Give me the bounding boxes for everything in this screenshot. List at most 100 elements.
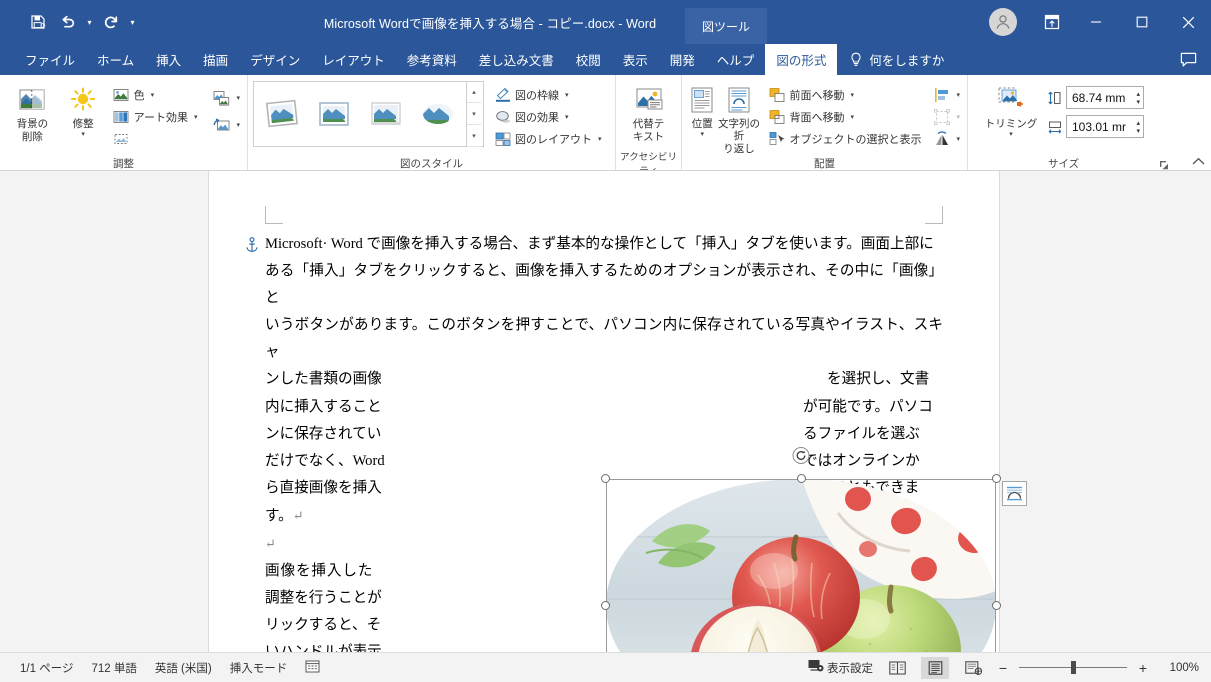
- tab-references[interactable]: 参考資料: [396, 44, 468, 75]
- close-button[interactable]: [1165, 0, 1211, 44]
- document-page[interactable]: Microsoft· Word で画像を挿入する場合、まず基本的な操作として「挿…: [209, 171, 1027, 652]
- resize-handle-top-right[interactable]: [992, 474, 1001, 483]
- rotation-handle[interactable]: [792, 447, 810, 464]
- undo-icon[interactable]: [54, 8, 82, 36]
- zoom-level-label[interactable]: 100%: [1159, 662, 1199, 674]
- picture-style-metal-frame[interactable]: [360, 84, 412, 144]
- position-button[interactable]: 位置 ▾: [687, 80, 718, 139]
- picture-effects-button[interactable]: 図の効果 ▾: [492, 106, 604, 128]
- tab-layout[interactable]: レイアウト: [311, 44, 396, 75]
- shape-height-stepper[interactable]: ▴ ▾: [1136, 88, 1140, 108]
- tab-mailings[interactable]: 差し込み文書: [468, 44, 565, 75]
- picture-style-soft-edge-oval[interactable]: [412, 84, 464, 144]
- send-backward-button[interactable]: 背面へ移動 ▾: [766, 106, 923, 128]
- compress-pictures-caret-icon[interactable]: ▾: [236, 94, 240, 102]
- comments-icon[interactable]: [1180, 44, 1197, 75]
- change-picture-caret-icon[interactable]: ▾: [236, 121, 240, 129]
- resize-handle-middle-left[interactable]: [601, 601, 610, 610]
- rotate-objects-caret-icon[interactable]: ▾: [956, 135, 960, 143]
- tab-draw[interactable]: 描画: [192, 44, 239, 75]
- zoom-in-button[interactable]: +: [1137, 660, 1149, 676]
- shape-width-stepper[interactable]: ▴ ▾: [1136, 117, 1140, 137]
- corrections-button[interactable]: 修整 ▾: [60, 80, 107, 139]
- status-left-group: 1/1 ページ 712 単語 英語 (米国) 挿入モード: [20, 659, 320, 677]
- tab-picture-format[interactable]: 図の形式: [765, 44, 838, 75]
- tab-home[interactable]: ホーム: [86, 44, 145, 75]
- shape-width-input[interactable]: 103.01 mr ▴ ▾: [1066, 115, 1144, 138]
- tab-view[interactable]: 表示: [612, 44, 659, 75]
- tab-review[interactable]: 校閲: [565, 44, 612, 75]
- remove-background-button[interactable]: 背景の 削除: [5, 80, 60, 143]
- web-layout-view-button[interactable]: [959, 657, 987, 679]
- display-settings-button[interactable]: 表示設定: [808, 659, 873, 676]
- bring-forward-button[interactable]: 前面へ移動 ▾: [766, 84, 923, 106]
- gallery-scroll-controls[interactable]: ▴ ▾ ▾: [466, 81, 481, 147]
- picture-border-caret-icon[interactable]: ▾: [565, 91, 569, 99]
- page-count-status[interactable]: 1/1 ページ: [20, 660, 73, 676]
- picture-styles-gallery[interactable]: ▴ ▾ ▾: [253, 81, 484, 147]
- redo-icon[interactable]: [97, 8, 125, 36]
- zoom-out-button[interactable]: −: [997, 660, 1009, 676]
- resize-handle-top-left[interactable]: [601, 474, 610, 483]
- artistic-effects-button[interactable]: アート効果 ▾: [111, 106, 200, 128]
- wrap-text-button[interactable]: 文字列の折 り返し ▾: [718, 80, 761, 155]
- send-backward-caret-icon[interactable]: ▾: [850, 113, 854, 121]
- picture-color-caret-icon[interactable]: ▾: [151, 91, 155, 99]
- picture-style-beveled-matte[interactable]: [308, 84, 360, 144]
- document-canvas[interactable]: Microsoft· Word で画像を挿入する場合、まず基本的な操作として「挿…: [0, 171, 1211, 652]
- layout-options-button[interactable]: [1002, 481, 1027, 506]
- picture-style-simple-frame[interactable]: [256, 84, 308, 144]
- align-objects-button[interactable]: ▾: [931, 84, 962, 106]
- zoom-slider-knob[interactable]: [1071, 661, 1076, 674]
- gallery-scroll-up-icon[interactable]: ▴: [467, 81, 481, 103]
- undo-dropdown-caret-icon[interactable]: ▾: [84, 8, 95, 36]
- tab-developer[interactable]: 開発: [659, 44, 706, 75]
- alt-text-button[interactable]: 代替テ キスト: [621, 80, 676, 143]
- picture-layout-caret-icon[interactable]: ▾: [598, 135, 602, 143]
- read-mode-view-button[interactable]: [883, 657, 911, 679]
- print-layout-view-button[interactable]: [921, 656, 949, 679]
- group-objects-button[interactable]: ▾: [931, 106, 962, 128]
- change-picture-button[interactable]: ▾: [211, 114, 242, 136]
- corrections-caret-icon[interactable]: ▾: [81, 130, 85, 139]
- tab-help[interactable]: ヘルプ: [706, 44, 766, 75]
- collapse-ribbon-icon[interactable]: [1192, 157, 1205, 169]
- tab-design[interactable]: デザイン: [239, 44, 311, 75]
- selection-pane-button[interactable]: オブジェクトの選択と表示: [766, 128, 923, 150]
- tab-file[interactable]: ファイル: [14, 44, 86, 75]
- gallery-scroll-down-icon[interactable]: ▾: [467, 103, 481, 125]
- picture-effects-caret-icon[interactable]: ▾: [565, 113, 569, 121]
- rotate-objects-button[interactable]: ▾: [931, 128, 962, 150]
- inserted-picture[interactable]: [601, 447, 1027, 652]
- account-avatar[interactable]: [989, 8, 1017, 36]
- tell-me-search[interactable]: 何をしますか: [849, 44, 944, 75]
- picture-color-button[interactable]: 色 ▾: [111, 84, 200, 106]
- object-anchor-icon[interactable]: [245, 237, 259, 258]
- bring-forward-caret-icon[interactable]: ▾: [850, 91, 854, 99]
- picture-border-button[interactable]: 図の枠線 ▾: [492, 84, 604, 106]
- resize-handle-middle-right[interactable]: [992, 601, 1001, 610]
- customize-qat-icon[interactable]: ▾: [127, 8, 138, 36]
- gallery-more-icon[interactable]: ▾: [467, 125, 481, 147]
- picture-layout-button[interactable]: 図のレイアウト ▾: [492, 128, 604, 150]
- crop-caret-icon[interactable]: ▾: [1009, 130, 1013, 139]
- position-caret-icon[interactable]: ▾: [700, 130, 704, 139]
- maximize-button[interactable]: [1119, 0, 1165, 44]
- ribbon-display-options-icon[interactable]: [1031, 0, 1073, 44]
- shape-height-input[interactable]: 68.74 mm ▴ ▾: [1066, 86, 1144, 109]
- resize-handle-top-center[interactable]: [797, 474, 806, 483]
- artistic-effects-caret-icon[interactable]: ▾: [194, 113, 198, 121]
- zoom-slider[interactable]: [1019, 661, 1127, 675]
- size-dialog-launcher-icon[interactable]: [1158, 159, 1169, 170]
- tab-insert[interactable]: 挿入: [145, 44, 192, 75]
- proofing-errors-icon[interactable]: [305, 659, 320, 677]
- save-icon[interactable]: [24, 8, 52, 36]
- word-count-status[interactable]: 712 単語: [91, 660, 136, 676]
- transparency-button[interactable]: [111, 128, 200, 150]
- crop-button[interactable]: トリミング ▾: [982, 80, 1040, 139]
- align-objects-caret-icon[interactable]: ▾: [956, 91, 960, 99]
- minimize-button[interactable]: [1073, 0, 1119, 44]
- insert-mode-status[interactable]: 挿入モード: [230, 660, 288, 676]
- language-status[interactable]: 英語 (米国): [155, 660, 212, 676]
- compress-pictures-button[interactable]: ▾: [211, 87, 242, 109]
